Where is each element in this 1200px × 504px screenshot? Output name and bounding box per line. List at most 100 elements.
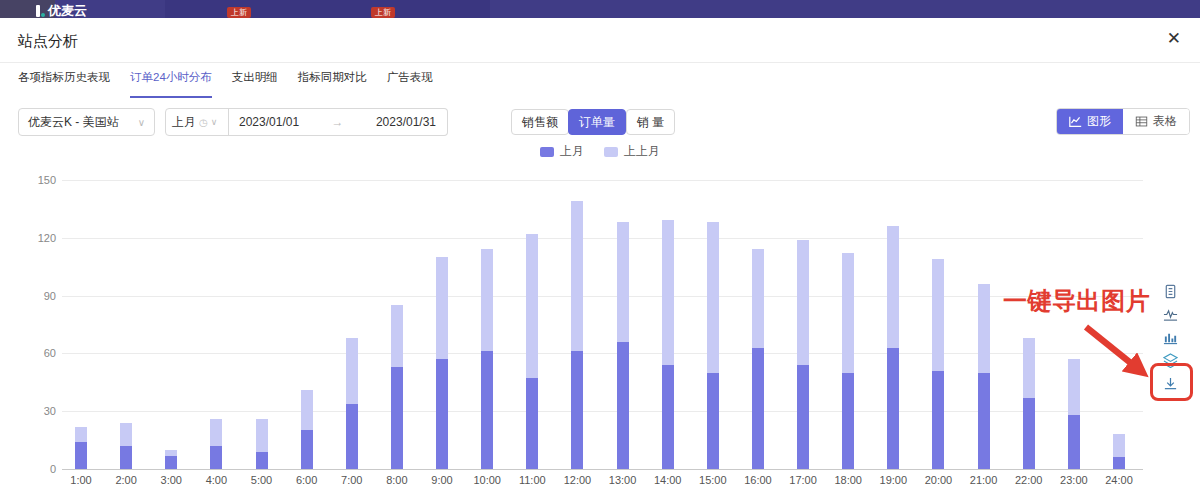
bar-16:00[interactable] [752,180,764,469]
bar-10:00[interactable] [481,180,493,469]
x-axis-label-15:00: 15:00 [699,474,727,486]
x-axis-label-12:00: 12:00 [564,474,592,486]
bar-segment-last-month [1113,457,1125,469]
view-toggle: 图形 表格 [1056,108,1190,135]
legend-item-0[interactable]: 上月 [540,143,584,160]
x-axis-label-17:00: 17:00 [789,474,817,486]
annotation-arrow [1040,303,1170,413]
legend-label: 上上月 [624,143,660,160]
x-axis-label-1:00: 1:00 [70,474,91,486]
bar-segment-last-month [752,348,764,469]
metric-button-sales-amount[interactable]: 销售额 [511,109,569,135]
tab-1[interactable]: 订单24小时分布 [130,70,212,98]
view-toggle-table[interactable]: 表格 [1123,109,1189,134]
chevron-down-icon: ∨ [138,117,145,128]
clock-icon: ◷ [199,117,208,128]
x-axis-label-16:00: 16:00 [744,474,772,486]
topbar-nav-section [165,0,490,18]
x-axis-label-9:00: 9:00 [431,474,452,486]
bar-7:00[interactable] [346,180,358,469]
bar-19:00[interactable] [887,180,899,469]
bar-segment-month-before [887,226,899,347]
bar-1:00[interactable] [75,180,87,469]
data-view-icon[interactable] [1163,284,1178,299]
date-preset-select[interactable]: 上月 ◷ ∨ [165,108,229,136]
y-axis-label-30: 30 [16,405,56,417]
bar-3:00[interactable] [165,180,177,469]
y-axis-label-150: 150 [16,174,56,186]
bar-segment-last-month [707,373,719,469]
gridline-0 [62,469,1143,470]
bar-segment-last-month [842,373,854,469]
tab-2[interactable]: 支出明细 [232,70,278,98]
bar-8:00[interactable] [391,180,403,469]
chart-view-icon [1069,115,1082,128]
chevron-down-icon: ∨ [211,117,218,127]
x-axis-label-5:00: 5:00 [251,474,272,486]
bar-segment-month-before [526,234,538,379]
bar-segment-last-month [346,404,358,470]
bar-segment-month-before [707,222,719,372]
bar-segment-month-before [436,257,448,359]
bar-segment-month-before [932,259,944,371]
bar-21:00[interactable] [978,180,990,469]
date-end: 2023/01/31 [376,115,436,129]
bar-22:00[interactable] [1023,180,1035,469]
bar-segment-month-before [842,253,854,372]
bar-segment-month-before [571,201,583,351]
header-divider [0,62,1200,63]
bar-9:00[interactable] [436,180,448,469]
bar-20:00[interactable] [932,180,944,469]
bar-segment-month-before [617,222,629,341]
bar-15:00[interactable] [707,180,719,469]
site-select[interactable]: 优麦云K - 美国站 ∨ [18,108,155,136]
bar-12:00[interactable] [571,180,583,469]
view-toggle-chart-label: 图形 [1087,113,1111,130]
bar-18:00[interactable] [842,180,854,469]
bar-segment-last-month [210,446,222,469]
y-axis-label-120: 120 [16,232,56,244]
logo-dot-icon [41,13,45,17]
x-axis-label-11:00: 11:00 [519,474,546,486]
close-icon[interactable]: ✕ [1167,30,1181,47]
bar-segment-last-month [978,373,990,469]
bar-segment-month-before [481,249,493,351]
tab-0[interactable]: 各项指标历史表现 [18,70,110,98]
bar-17:00[interactable] [797,180,809,469]
tab-bar: 各项指标历史表现订单24小时分布支出明细指标同期对比广告表现 [18,70,433,98]
legend-item-1[interactable]: 上上月 [604,143,660,160]
x-axis-label-10:00: 10:00 [473,474,501,486]
metric-button-order-count[interactable]: 订单量 [568,109,626,135]
tab-3[interactable]: 指标同期对比 [298,70,367,98]
bar-2:00[interactable] [120,180,132,469]
page-title: 站点分析 [18,32,78,51]
metric-button-sales-volume[interactable]: 销 量 [626,109,675,135]
x-axis-label-23:00: 23:00 [1060,474,1088,486]
bar-13:00[interactable] [617,180,629,469]
view-toggle-table-label: 表格 [1153,113,1177,130]
bar-segment-last-month [256,452,268,469]
bar-4:00[interactable] [210,180,222,469]
bar-6:00[interactable] [301,180,313,469]
site-select-value: 优麦云K - 美国站 [28,114,119,131]
bar-5:00[interactable] [256,180,268,469]
x-axis-label-2:00: 2:00 [115,474,136,486]
bar-segment-month-before [256,419,268,452]
bar-segment-last-month [1068,415,1080,469]
bar-14:00[interactable] [662,180,674,469]
bar-segment-month-before [978,284,990,373]
tab-4[interactable]: 广告表现 [387,70,433,98]
bar-segment-month-before [1113,434,1125,457]
bar-segment-last-month [932,371,944,469]
y-axis-label-90: 90 [16,290,56,302]
x-axis-label-8:00: 8:00 [386,474,407,486]
bar-segment-last-month [481,351,493,469]
bar-segment-last-month [526,378,538,469]
view-toggle-chart[interactable]: 图形 [1057,109,1123,134]
x-axis-label-24:00: 24:00 [1105,474,1133,486]
date-range-input[interactable]: 2023/01/01 → 2023/01/31 [228,108,448,136]
bar-11:00[interactable] [526,180,538,469]
bar-segment-month-before [75,427,87,442]
chart-legend: 上月 上上月 [0,143,1200,160]
bar-segment-month-before [210,419,222,446]
